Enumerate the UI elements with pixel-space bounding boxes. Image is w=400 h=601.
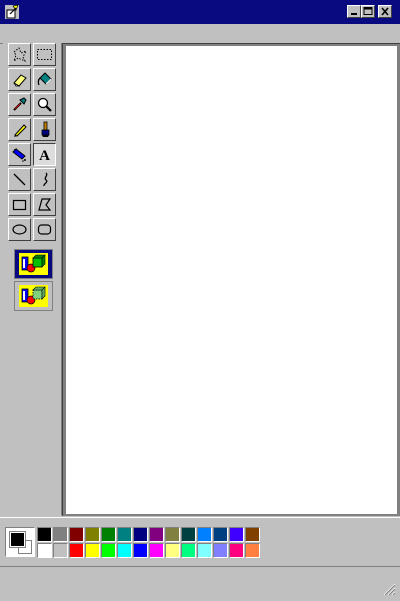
- brush-icon: [41, 121, 50, 137]
- rectangle-icon: [12, 199, 27, 211]
- foreground-color-swatch: [9, 531, 26, 548]
- palette-swatch[interactable]: [245, 543, 260, 558]
- airbrush-tool[interactable]: [8, 143, 31, 166]
- eraser-tool[interactable]: [8, 68, 31, 91]
- palette-swatch[interactable]: [69, 543, 84, 558]
- free-form-select-tool[interactable]: [8, 43, 31, 66]
- palette-swatch[interactable]: [149, 543, 164, 558]
- palette-swatch[interactable]: [69, 527, 84, 542]
- palette-swatch[interactable]: [165, 527, 180, 542]
- transparent-background-icon: [19, 285, 48, 307]
- palette-swatch[interactable]: [53, 527, 68, 542]
- maximize-button[interactable]: [361, 5, 375, 18]
- magnifier-tool[interactable]: [33, 93, 56, 116]
- rectangle-tool[interactable]: [8, 193, 31, 216]
- palette-swatch[interactable]: [133, 527, 148, 542]
- select-tool[interactable]: [33, 43, 56, 66]
- svg-text:A: A: [39, 148, 50, 163]
- rectangle-select-icon: [37, 49, 52, 60]
- palette-swatch[interactable]: [213, 543, 228, 558]
- magnifier-icon: [37, 97, 52, 112]
- eyedropper-icon: [13, 97, 27, 111]
- palette-swatch[interactable]: [229, 527, 244, 542]
- close-button[interactable]: [378, 5, 392, 18]
- fill-tool[interactable]: [33, 68, 56, 91]
- minimize-icon: [351, 13, 357, 15]
- drawing-canvas[interactable]: [66, 46, 397, 514]
- brush-tool[interactable]: [33, 118, 56, 141]
- free-form-select-icon: [13, 47, 28, 63]
- pick-color-tool[interactable]: [8, 93, 31, 116]
- palette-swatch[interactable]: [101, 527, 116, 542]
- title-bar: [0, 0, 400, 24]
- palette-swatch[interactable]: [229, 543, 244, 558]
- palette-swatch[interactable]: [85, 527, 100, 542]
- text-tool[interactable]: A: [33, 143, 56, 166]
- rounded-rectangle-tool[interactable]: [33, 218, 56, 241]
- palette-swatch[interactable]: [101, 543, 116, 558]
- menu-bar: [0, 24, 400, 44]
- palette-swatch[interactable]: [133, 543, 148, 558]
- palette-swatch[interactable]: [117, 527, 132, 542]
- paint-app-icon[interactable]: [4, 4, 20, 20]
- palette-swatch[interactable]: [213, 527, 228, 542]
- pencil-tool[interactable]: [8, 118, 31, 141]
- palette-swatch[interactable]: [53, 543, 68, 558]
- palette-swatch[interactable]: [181, 543, 196, 558]
- close-icon: [381, 7, 389, 16]
- transparent-option[interactable]: [14, 281, 53, 311]
- polygon-icon: [38, 198, 52, 211]
- curve-tool[interactable]: [33, 168, 56, 191]
- palette-swatch[interactable]: [197, 527, 212, 542]
- line-icon: [13, 173, 26, 186]
- paint-bucket-icon: [37, 72, 52, 86]
- palette-swatch[interactable]: [85, 543, 100, 558]
- polygon-tool[interactable]: [33, 193, 56, 216]
- palette-swatch[interactable]: [37, 543, 52, 558]
- palette-swatch[interactable]: [165, 543, 180, 558]
- palette-swatch[interactable]: [245, 527, 260, 542]
- eraser-icon: [13, 74, 27, 87]
- line-tool[interactable]: [8, 168, 31, 191]
- curve-icon: [43, 172, 48, 187]
- ellipse-tool[interactable]: [8, 218, 31, 241]
- palette-swatch[interactable]: [37, 527, 52, 542]
- pencil-icon: [14, 124, 27, 137]
- palette-swatch[interactable]: [149, 527, 164, 542]
- status-bar: [0, 566, 400, 601]
- palette-swatch[interactable]: [197, 543, 212, 558]
- palette-swatch[interactable]: [117, 543, 132, 558]
- ellipse-icon: [12, 224, 27, 235]
- current-colors-indicator: [5, 527, 35, 557]
- airbrush-icon: [12, 148, 26, 162]
- palette-swatch[interactable]: [181, 527, 196, 542]
- opaque-background-icon: [19, 253, 48, 275]
- text-icon: A: [39, 148, 50, 163]
- maximize-icon: [363, 7, 373, 15]
- minimize-button[interactable]: [347, 5, 361, 18]
- opaque-option[interactable]: [14, 249, 53, 279]
- resize-grip-icon[interactable]: [382, 582, 396, 596]
- rounded-rectangle-icon: [37, 224, 52, 235]
